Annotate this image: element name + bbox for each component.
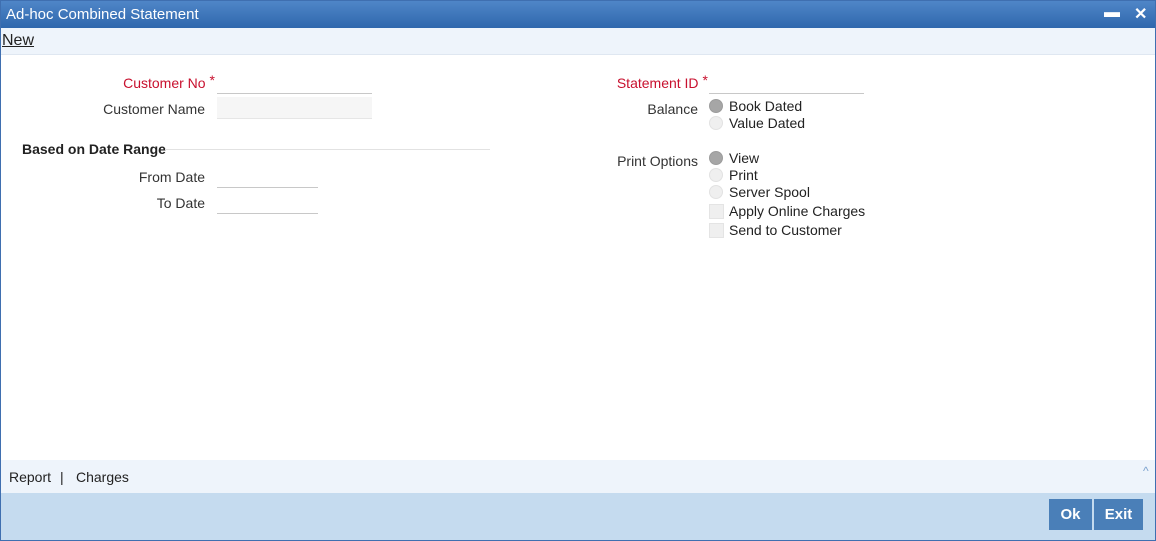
- link-separator: |: [60, 469, 64, 485]
- exit-button[interactable]: Exit: [1094, 499, 1143, 530]
- print-print-label: Print: [729, 167, 758, 183]
- title-bar: Ad-hoc Combined Statement ▬ ✕: [1, 1, 1155, 28]
- report-link[interactable]: Report: [9, 469, 51, 485]
- charges-link[interactable]: Charges: [76, 469, 129, 485]
- customer-name-label: Customer Name: [103, 101, 205, 117]
- balance-value-dated-radio[interactable]: [709, 116, 723, 130]
- new-link[interactable]: New: [2, 32, 34, 50]
- collapse-caret-icon[interactable]: ^: [1143, 464, 1149, 478]
- send-to-customer-checkbox[interactable]: [709, 223, 724, 238]
- to-date-label: To Date: [156, 195, 205, 211]
- window: Ad-hoc Combined Statement ▬ ✕ New Custom…: [0, 0, 1156, 541]
- section-divider: [165, 149, 490, 150]
- balance-book-dated-label: Book Dated: [729, 98, 803, 114]
- date-range-section-title: Based on Date Range: [22, 141, 166, 157]
- button-bar: Ok Exit: [1, 493, 1155, 540]
- minimize-icon[interactable]: ▬: [1104, 4, 1120, 22]
- required-mark: *: [209, 72, 215, 88]
- print-view-radio[interactable]: [709, 151, 723, 165]
- apply-online-charges-checkbox[interactable]: [709, 204, 724, 219]
- customer-name-input: [217, 97, 372, 119]
- print-server-spool-label: Server Spool: [729, 184, 810, 200]
- menu-bar: New: [1, 28, 1155, 55]
- print-server-spool-radio[interactable]: [709, 185, 723, 199]
- print-view-label: View: [729, 150, 760, 166]
- balance-book-dated-radio[interactable]: [709, 99, 723, 113]
- from-date-input[interactable]: [217, 166, 318, 188]
- required-mark: *: [702, 72, 708, 88]
- window-title: Ad-hoc Combined Statement: [6, 6, 199, 23]
- balance-label: Balance: [647, 101, 698, 117]
- balance-value-dated-label: Value Dated: [729, 115, 806, 131]
- close-icon[interactable]: ✕: [1134, 4, 1147, 24]
- statement-id-input[interactable]: [709, 72, 864, 94]
- send-to-customer-label: Send to Customer: [729, 222, 842, 238]
- ok-button[interactable]: Ok: [1049, 499, 1092, 530]
- print-options-label: Print Options: [617, 153, 698, 169]
- apply-online-charges-label: Apply Online Charges: [729, 203, 866, 219]
- customer-no-label: Customer No *: [105, 72, 215, 91]
- print-print-radio[interactable]: [709, 168, 723, 182]
- from-date-label: From Date: [138, 169, 205, 185]
- statement-id-label-text: Statement ID: [616, 75, 699, 91]
- footer-links-bar: Report | Charges: [1, 460, 1155, 493]
- customer-no-label-text: Customer No: [123, 75, 206, 91]
- statement-id-label: Statement ID *: [591, 72, 708, 91]
- to-date-input[interactable]: [217, 192, 318, 214]
- customer-no-input[interactable]: [217, 72, 372, 94]
